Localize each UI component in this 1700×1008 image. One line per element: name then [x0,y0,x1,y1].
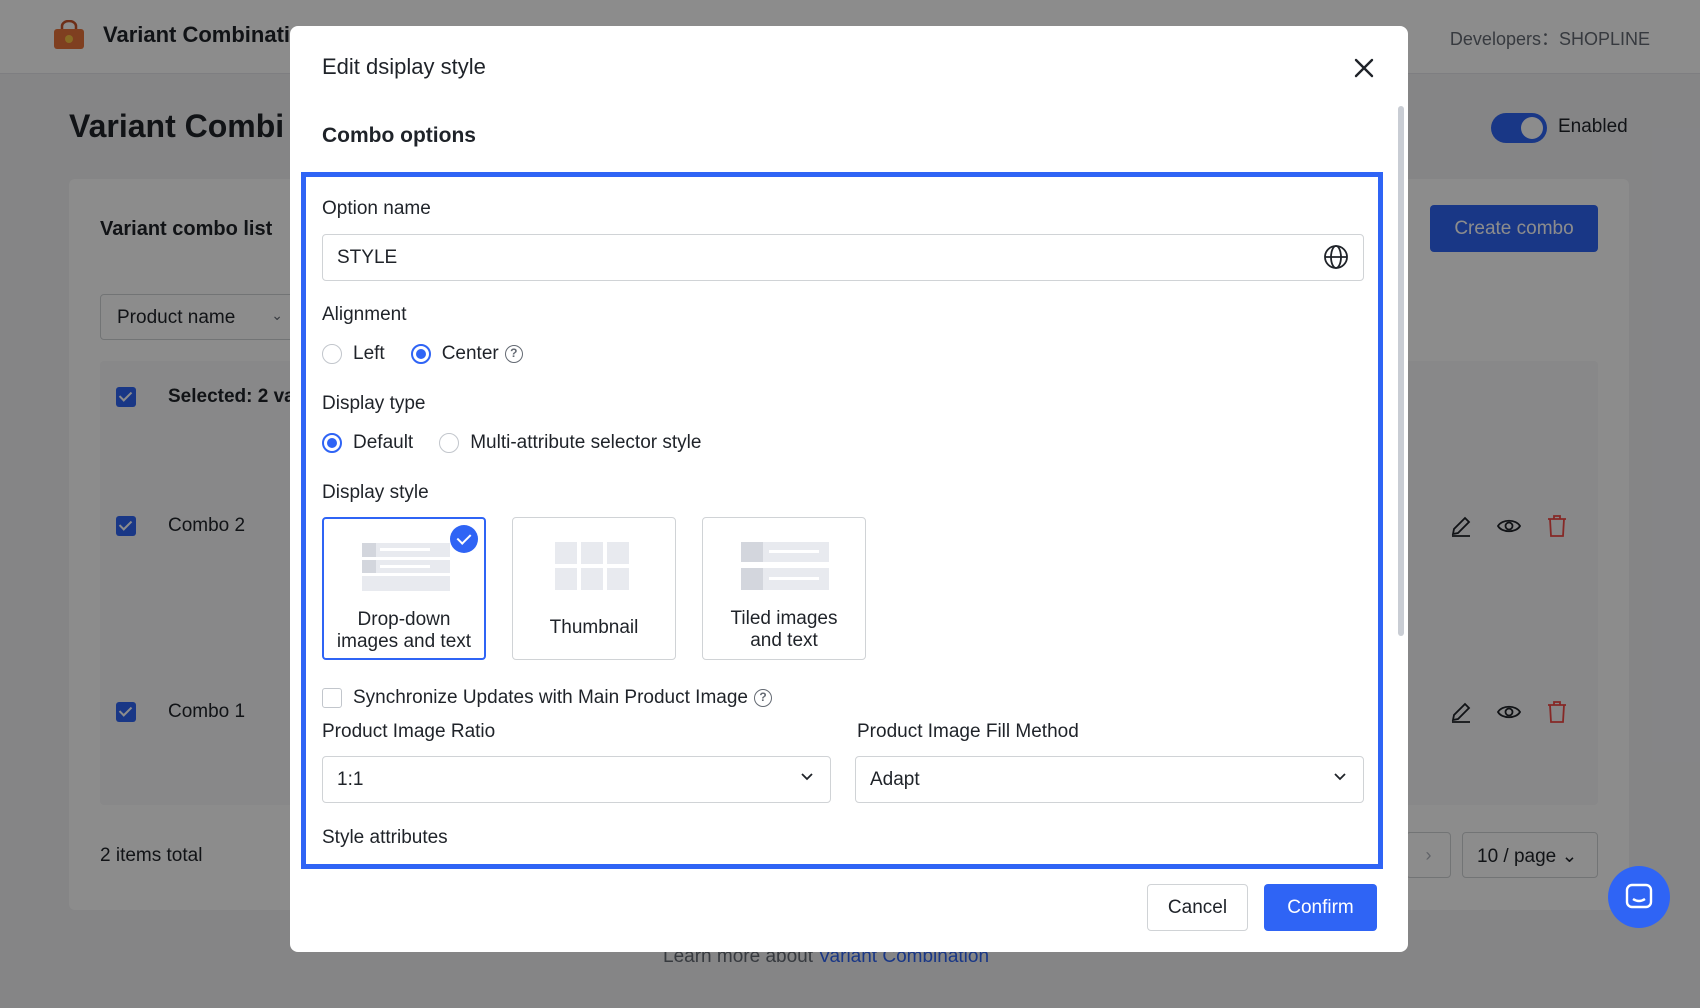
radio-label: Default [353,432,414,453]
alignment-radio-group: Left Center ? [322,343,523,365]
fill-method-label: Product Image Fill Method [857,721,1079,742]
thumbnail-grid-icon [555,542,629,590]
display-type-label: Display type [322,393,426,414]
radio-label: Multi-attribute selector style [470,432,702,453]
style-card-label: Tiled images and text [730,608,838,651]
chevron-down-icon [1334,773,1346,781]
display-type-radio-group: Default Multi-attribute selector style [322,432,727,454]
option-name-label: Option name [322,198,431,219]
image-ratio-label: Product Image Ratio [322,721,496,742]
style-card-dropdown[interactable]: Drop-down images and text [322,517,486,660]
display-type-default-radio[interactable]: Default [322,432,413,454]
fill-method-select[interactable]: Adapt [855,756,1364,803]
style-attributes-label: Style attributes [322,827,448,848]
display-type-multi-radio[interactable]: Multi-attribute selector style [439,432,701,454]
image-ratio-select[interactable]: 1:1 [322,756,831,803]
radio-label: Center [441,343,499,364]
style-card-thumbnail[interactable]: Thumbnail [512,517,676,660]
alignment-center-radio[interactable]: Center [410,343,499,365]
sync-main-image-checkbox[interactable]: Synchronize Updates with Main Product Im… [322,687,772,709]
section-title: Combo options [322,124,476,147]
alignment-label: Alignment [322,304,407,325]
edit-display-style-modal: Edit dsiplay style Combo options Option … [290,26,1408,952]
cancel-button[interactable]: Cancel [1147,884,1248,931]
modal-title: Edit dsiplay style [322,54,486,79]
globe-icon[interactable] [1322,243,1350,271]
option-name-input[interactable] [322,234,1364,281]
confirm-button[interactable]: Confirm [1264,884,1377,931]
selected-check-icon [450,525,478,553]
alignment-left-radio[interactable]: Left [322,343,385,365]
scrollbar[interactable] [1398,106,1404,636]
dropdown-list-thumbnail-icon [362,543,450,591]
style-card-label: Drop-down images and text [336,609,472,652]
tiled-images-icon [741,542,829,590]
chevron-down-icon [801,773,813,781]
help-icon[interactable]: ? [753,689,772,707]
style-card-tiled[interactable]: Tiled images and text [702,517,866,660]
style-card-label: Thumbnail [549,617,639,638]
help-icon[interactable]: ? [504,345,523,363]
radio-label: Left [353,343,385,364]
chat-button[interactable] [1608,866,1670,928]
display-style-label: Display style [322,482,429,503]
close-icon[interactable] [1348,52,1380,84]
select-value: Adapt [870,769,920,790]
checkbox[interactable] [322,688,342,708]
chat-icon [1625,883,1653,909]
select-value: 1:1 [337,769,364,790]
checkbox-label: Synchronize Updates with Main Product Im… [353,687,748,708]
